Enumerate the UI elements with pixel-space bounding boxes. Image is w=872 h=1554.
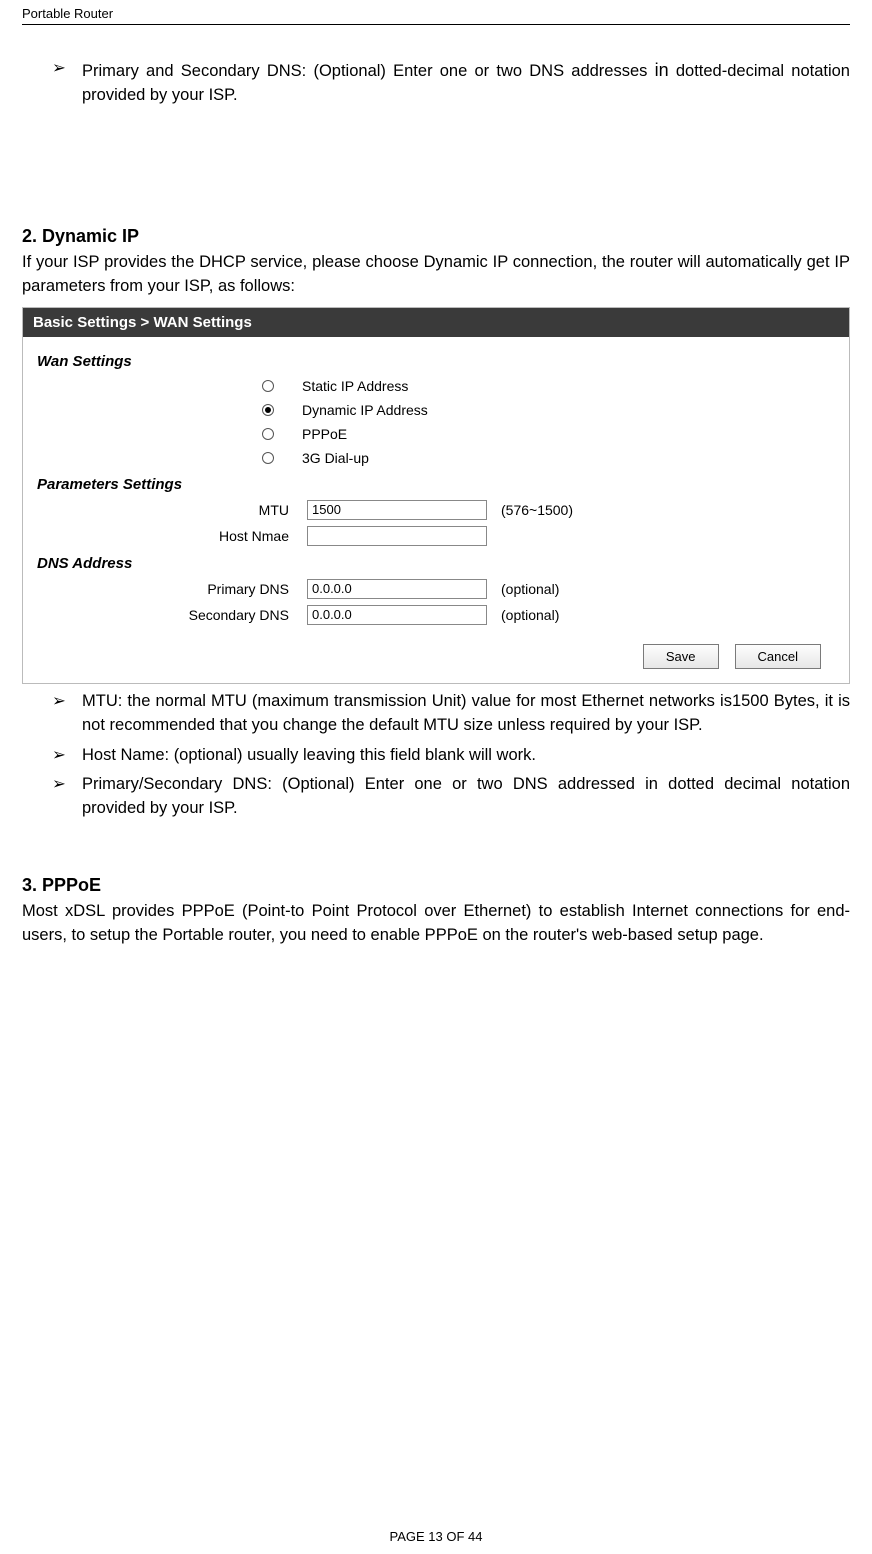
radio-3g-dialup-label: 3G Dial-up <box>302 450 369 466</box>
section-pppoe-heading: 3. PPPoE <box>22 875 850 896</box>
bullet-dns-top-prefix: Primary and Secondary DNS: (Optional) En… <box>82 62 655 80</box>
secondary-dns-label: Secondary DNS <box>37 607 307 623</box>
mid-bullet-list: MTU: the normal MTU (maximum transmissio… <box>22 690 850 822</box>
wan-settings-panel: Basic Settings > WAN Settings Wan Settin… <box>22 307 850 684</box>
radio-icon <box>262 404 274 416</box>
radio-static-ip[interactable]: Static IP Address <box>37 374 835 398</box>
group-params-title: Parameters Settings <box>37 476 835 493</box>
secondary-dns-hint: (optional) <box>501 607 559 623</box>
page-header-title-text: Portable Router <box>22 6 113 21</box>
top-bullet-list: Primary and Secondary DNS: (Optional) En… <box>22 57 850 108</box>
page-footer: PAGE 13 OF 44 <box>0 1529 872 1544</box>
radio-icon <box>262 452 274 464</box>
radio-pppoe-label: PPPoE <box>302 426 347 442</box>
primary-dns-label: Primary DNS <box>37 581 307 597</box>
primary-dns-hint: (optional) <box>501 581 559 597</box>
panel-title: Basic Settings > WAN Settings <box>23 308 849 337</box>
radio-pppoe[interactable]: PPPoE <box>37 422 835 446</box>
radio-3g-dialup[interactable]: 3G Dial-up <box>37 446 835 470</box>
secondary-dns-input[interactable] <box>307 605 487 625</box>
section-dynamic-ip-heading: 2. Dynamic IP <box>22 226 850 247</box>
group-dns-title: DNS Address <box>37 555 835 572</box>
radio-icon <box>262 428 274 440</box>
bullet-dns-mid: Primary/Secondary DNS: (Optional) Enter … <box>82 773 850 821</box>
page-header-title: Portable Router <box>22 6 850 25</box>
mtu-label: MTU <box>37 502 307 518</box>
host-name-input[interactable] <box>307 526 487 546</box>
bullet-dns-top: Primary and Secondary DNS: (Optional) En… <box>82 57 850 108</box>
section-dynamic-ip-body: If your ISP provides the DHCP service, p… <box>22 251 850 299</box>
bullet-dns-top-in: in <box>655 60 669 80</box>
save-button[interactable]: Save <box>643 644 719 669</box>
cancel-button[interactable]: Cancel <box>735 644 821 669</box>
bullet-mtu: MTU: the normal MTU (maximum transmissio… <box>82 690 850 738</box>
group-wan-title: Wan Settings <box>37 353 835 370</box>
radio-dynamic-ip[interactable]: Dynamic IP Address <box>37 398 835 422</box>
host-name-label: Host Nmae <box>37 528 307 544</box>
section-pppoe-body: Most xDSL provides PPPoE (Point-to Point… <box>22 900 850 948</box>
primary-dns-input[interactable] <box>307 579 487 599</box>
radio-icon <box>262 380 274 392</box>
radio-static-ip-label: Static IP Address <box>302 378 408 394</box>
mtu-hint: (576~1500) <box>501 502 573 518</box>
mtu-input[interactable] <box>307 500 487 520</box>
bullet-host-name: Host Name: (optional) usually leaving th… <box>82 744 850 768</box>
radio-dynamic-ip-label: Dynamic IP Address <box>302 402 428 418</box>
